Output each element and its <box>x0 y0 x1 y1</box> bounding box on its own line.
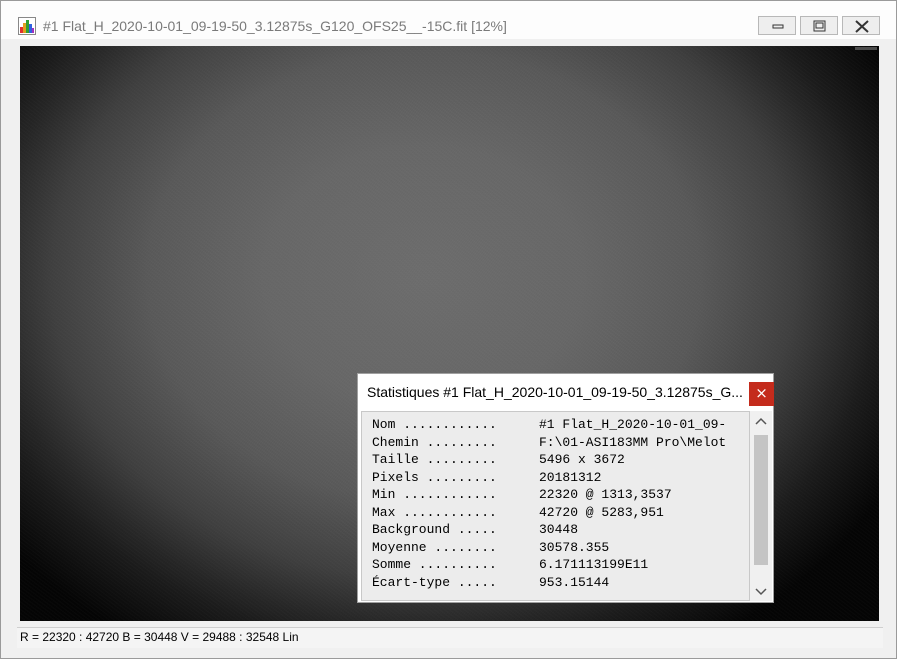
stats-value: 30448 <box>539 522 579 537</box>
scrollbar-thumb[interactable] <box>754 435 768 565</box>
maximize-button[interactable] <box>800 16 838 35</box>
stats-key: Pixels ......... <box>372 469 497 485</box>
status-text: R = 22320 : 42720 B = 30448 V = 29488 : … <box>20 630 299 644</box>
stats-value: F:\01-ASI183MM Pro\Melot <box>539 434 727 450</box>
minimize-button[interactable] <box>758 16 796 35</box>
corner-mark <box>855 47 877 50</box>
close-icon <box>855 20 869 33</box>
statistics-title: Statistiques #1 Flat_H_2020-10-01_09-19-… <box>367 384 743 400</box>
stats-key: Écart-type ..... <box>372 574 497 590</box>
stats-value: 42720 @ 5283,951 <box>539 504 664 520</box>
minimize-icon <box>772 24 784 29</box>
statistics-list[interactable]: Nom ............ #1 Flat_H_2020-10-01_09-… <box>361 411 750 601</box>
maximize-icon <box>813 20 826 32</box>
title-bar[interactable]: #1 Flat_H_2020-10-01_09-19-50_3.12875s_G… <box>1 1 896 39</box>
scroll-down-icon[interactable] <box>750 583 772 600</box>
stats-value: #1 Flat_H_2020-10-01_09- <box>539 417 727 432</box>
stats-key: Background ..... <box>372 522 497 537</box>
stats-key: Moyenne ........ <box>372 539 497 555</box>
histogram-icon <box>18 17 36 35</box>
status-bar: R = 22320 : 42720 B = 30448 V = 29488 : … <box>17 627 883 648</box>
stats-key: Min ............ <box>372 487 497 502</box>
stats-key: Max ............ <box>372 504 497 520</box>
stats-value: 20181312 <box>539 469 602 485</box>
close-icon: × <box>755 384 768 402</box>
stats-value: 6.171113199E11 <box>539 557 649 572</box>
scroll-up-icon[interactable] <box>750 413 772 430</box>
stats-key: Chemin ......... <box>372 434 497 450</box>
stats-key: Nom ............ <box>372 417 497 432</box>
stats-value: 22320 @ 1313,3537 <box>539 487 672 502</box>
stats-key: Somme .......... <box>372 557 497 572</box>
stats-value: 5496 x 3672 <box>539 452 625 467</box>
stats-value: 30578.355 <box>539 539 610 555</box>
stats-value: 953.15144 <box>539 574 610 590</box>
statistics-scrollbar[interactable] <box>750 411 772 601</box>
statistics-dialog: Statistiques #1 Flat_H_2020-10-01_09-19-… <box>357 373 774 603</box>
window-title: #1 Flat_H_2020-10-01_09-19-50_3.12875s_G… <box>43 18 507 34</box>
statistics-close-button[interactable]: × <box>749 382 774 406</box>
stats-key: Taille ......... <box>372 452 497 467</box>
close-button[interactable] <box>842 16 880 35</box>
